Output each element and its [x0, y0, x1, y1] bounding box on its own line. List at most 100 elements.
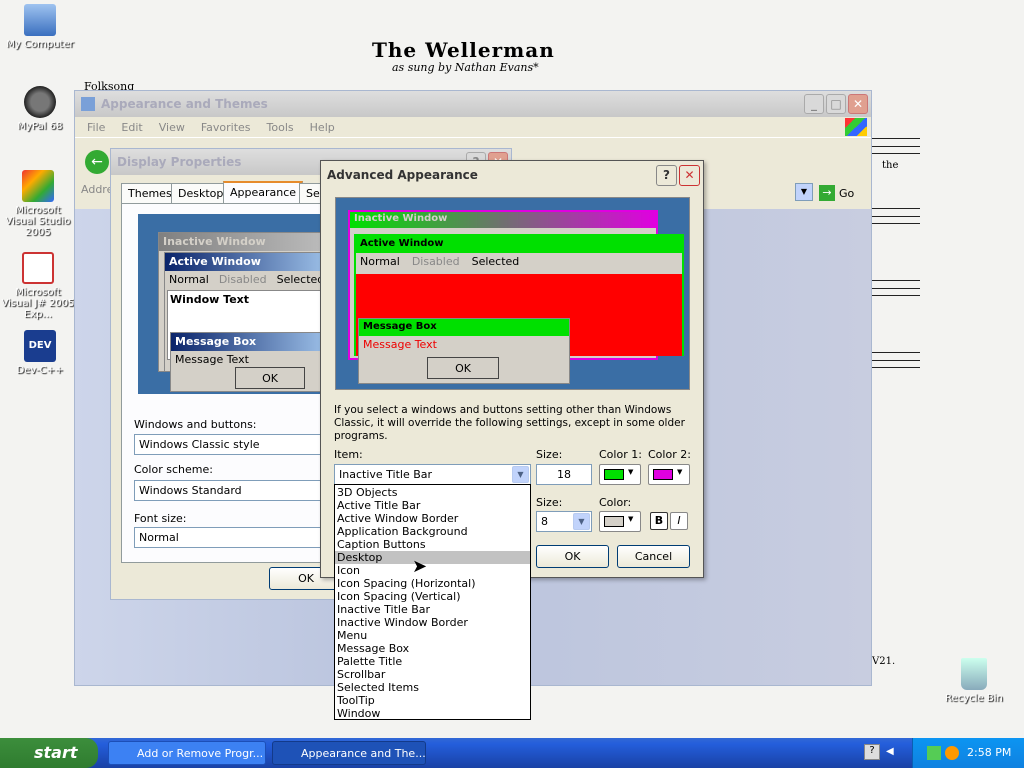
system-tray: 2:58 PM — [912, 738, 1024, 768]
help-icon[interactable]: ? — [656, 164, 677, 186]
go-label: Go — [839, 186, 855, 200]
start-button[interactable]: start — [0, 738, 98, 768]
item-dropdown-list[interactable]: 3D Objects Active Title Bar Active Window … — [334, 484, 531, 720]
close-icon[interactable]: ✕ — [848, 94, 868, 114]
color1-picker[interactable]: ▼ — [599, 464, 641, 485]
chevron-down-icon: ▼ — [628, 468, 634, 476]
go-button[interactable]: → Go — [819, 183, 869, 203]
menu-tools[interactable]: Tools — [259, 121, 302, 134]
bold-toggle[interactable]: B — [650, 512, 668, 530]
menu-favorites[interactable]: Favorites — [193, 121, 259, 134]
chevron-left-icon[interactable]: ◀ — [886, 746, 894, 757]
chevron-down-icon: ▼ — [512, 466, 529, 483]
visual-jsharp-icon — [22, 252, 54, 284]
dropdown-option[interactable]: Inactive Title Bar — [335, 603, 530, 616]
dropdown-option[interactable]: Window — [335, 707, 530, 720]
font-size-select[interactable]: 8 ▼ — [536, 511, 592, 532]
item-select[interactable]: Inactive Title Bar ▼ — [334, 464, 531, 485]
explorer-titlebar[interactable]: Appearance and Themes _ □ ✕ — [75, 91, 871, 117]
menu-help[interactable]: Help — [302, 121, 343, 134]
windows-buttons-select[interactable]: Windows Classic style — [134, 434, 330, 455]
explorer-title: Appearance and Themes — [101, 97, 268, 111]
lyric-text: the — [882, 160, 899, 171]
advanced-preview: Inactive Window Active Window Normal Dis… — [335, 197, 690, 390]
adv-preview-menu-disabled: Disabled — [411, 255, 460, 268]
color1-label: Color 1: — [599, 448, 642, 461]
dropdown-option[interactable]: Palette Title — [335, 655, 530, 668]
desktop-icon-label: My Computer — [6, 39, 74, 50]
appearance-preview: Inactive Window Active Window Normal Dis… — [138, 214, 338, 394]
menu-edit[interactable]: Edit — [113, 121, 150, 134]
desktop-icon-mypal[interactable]: MyPal 68 — [0, 86, 80, 132]
taskbar-button-appearance[interactable]: Appearance and The... — [272, 741, 426, 765]
dropdown-option[interactable]: Active Title Bar — [335, 499, 530, 512]
back-arrow-icon[interactable]: ← — [85, 150, 109, 174]
recycle-bin-icon — [961, 658, 987, 690]
dropdown-option[interactable]: Icon Spacing (Horizontal) — [335, 577, 530, 590]
desktop-icon-dev-cpp[interactable]: DEV Dev-C++ — [0, 330, 80, 376]
desktop-icon-visual-studio[interactable]: Microsoft Visual Studio 2005 — [0, 170, 76, 238]
adv-preview-message-text: Message Text — [363, 338, 437, 351]
dropdown-option[interactable]: Caption Buttons — [335, 538, 530, 551]
preview-menu-disabled: Disabled — [218, 273, 267, 286]
dropdown-option[interactable]: Inactive Window Border — [335, 616, 530, 629]
advanced-cancel-button[interactable]: Cancel — [617, 545, 690, 568]
color-scheme-value: Windows Standard — [139, 484, 242, 497]
advanced-titlebar[interactable]: Advanced Appearance ? ✕ — [321, 161, 703, 189]
dropdown-option[interactable]: Message Box — [335, 642, 530, 655]
advanced-ok-button[interactable]: OK — [536, 545, 609, 568]
desktop-icon-label: Dev-C++ — [16, 365, 64, 376]
dropdown-option[interactable]: Icon Spacing (Vertical) — [335, 590, 530, 603]
search-icon[interactable] — [945, 746, 959, 760]
menu-view[interactable]: View — [151, 121, 193, 134]
adv-preview-msgbox-title: Message Box — [359, 319, 569, 336]
close-icon[interactable]: ✕ — [679, 164, 700, 186]
explorer-window-icon — [81, 97, 95, 111]
font-size-label: Font size: — [134, 512, 187, 525]
tab-appearance[interactable]: Appearance — [223, 181, 304, 203]
dropdown-option[interactable]: Active Window Border — [335, 512, 530, 525]
dropdown-option[interactable]: ToolTip — [335, 694, 530, 707]
menu-file[interactable]: File — [79, 121, 113, 134]
italic-toggle[interactable]: I — [670, 512, 688, 530]
document-footer: V21. — [872, 656, 896, 667]
music-staff — [872, 208, 920, 224]
adv-preview-ok-button: OK — [427, 357, 499, 379]
taskbar-button-label: Appearance and The... — [301, 747, 426, 760]
size-stepper[interactable]: 18 — [536, 464, 592, 485]
dropdown-option[interactable]: Menu — [335, 629, 530, 642]
dropdown-option[interactable]: Desktop — [335, 551, 530, 564]
dropdown-option[interactable]: 3D Objects — [335, 486, 530, 499]
size-label: Size: — [536, 448, 563, 461]
dropdown-option[interactable]: Scrollbar — [335, 668, 530, 681]
mypal-raccoon-icon — [24, 86, 56, 118]
color2-picker[interactable]: ▼ — [648, 464, 690, 485]
preview-msgbox-title: Message Box — [171, 333, 337, 351]
font-color-picker[interactable]: ▼ — [599, 511, 641, 532]
dropdown-option[interactable]: Application Background — [335, 525, 530, 538]
adv-preview-menu-normal: Normal — [360, 255, 400, 268]
taskbar-button-label: Add or Remove Progr... — [137, 747, 264, 760]
address-dropdown-button[interactable]: ▼ — [795, 183, 813, 201]
mouse-cursor-icon: ➤ — [412, 556, 428, 577]
desktop-icon-vjsharp[interactable]: Microsoft Visual J# 2005 Exp... — [0, 252, 76, 320]
desktop-icon-my-computer[interactable]: My Computer — [0, 4, 80, 50]
go-arrow-icon: → — [819, 185, 835, 201]
maximize-icon[interactable]: □ — [826, 94, 846, 114]
font-size-select[interactable]: Normal — [134, 527, 330, 548]
taskbar-button-add-remove[interactable]: Add or Remove Progr... — [108, 741, 266, 765]
dropdown-option[interactable]: Selected Items — [335, 681, 530, 694]
color-scheme-select[interactable]: Windows Standard — [134, 480, 330, 501]
tab-desktop[interactable]: Desktop — [171, 183, 231, 203]
minimize-icon[interactable]: _ — [804, 94, 824, 114]
desktop-icon-recycle-bin[interactable]: Recycle Bin — [934, 658, 1014, 704]
adv-preview-message-box: Message Box Message Text OK — [358, 318, 570, 384]
dev-cpp-icon: DEV — [24, 330, 56, 362]
adv-preview-inactive-title: Inactive Window — [350, 212, 656, 228]
help-icon[interactable]: ? — [864, 744, 880, 760]
network-icon[interactable] — [927, 746, 941, 760]
preview-menu-normal: Normal — [169, 273, 209, 286]
preview-inactive-title: Inactive Window — [159, 233, 337, 251]
advanced-title: Advanced Appearance — [327, 168, 478, 182]
dropdown-option[interactable]: Icon — [335, 564, 530, 577]
